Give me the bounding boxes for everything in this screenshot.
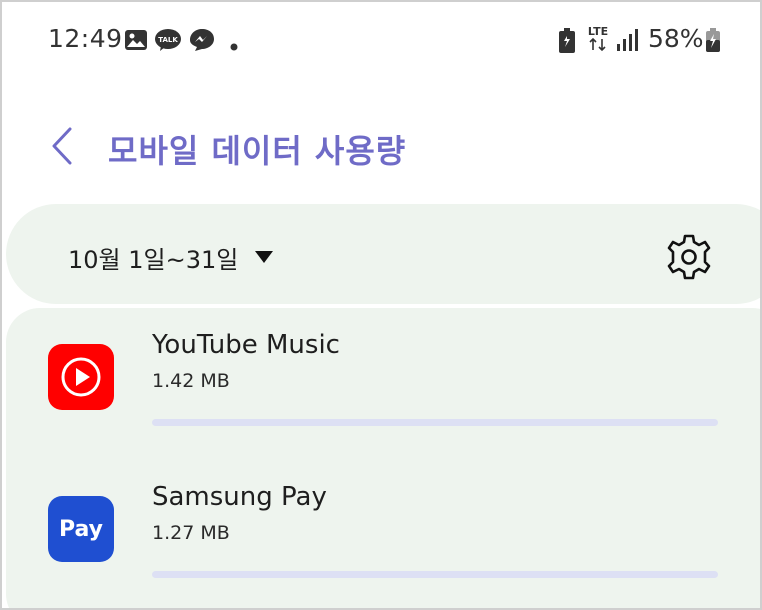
- settings-button[interactable]: [664, 232, 714, 282]
- app-data-size: 1.42 MB: [152, 370, 230, 392]
- battery-icon: [706, 28, 720, 56]
- screen: 12:49 TALK LTE 58% 모바일 데이터 사용량 10월 1일~31…: [0, 0, 762, 610]
- battery-saver-icon: [558, 28, 576, 58]
- samsung-pay-icon-text: Pay: [58, 516, 104, 542]
- date-range-selector[interactable]: 10월 1일~31일: [68, 240, 238, 275]
- header: 모바일 데이터 사용량: [2, 112, 760, 182]
- page-title: 모바일 데이터 사용량: [108, 132, 407, 170]
- signal-icon: [616, 28, 638, 56]
- list-item-samsung-pay[interactable]: Pay Samsung Pay 1.27 MB: [6, 460, 760, 608]
- gallery-icon: [124, 28, 148, 56]
- list-item-youtube-music[interactable]: YouTube Music 1.42 MB: [6, 308, 760, 458]
- samsung-pay-icon: Pay: [48, 496, 114, 562]
- svg-text:TALK: TALK: [158, 36, 178, 44]
- status-bar: 12:49 TALK LTE 58%: [2, 2, 760, 76]
- dropdown-arrow-icon[interactable]: [254, 249, 274, 263]
- status-time: 12:49: [48, 24, 123, 53]
- gear-icon: [667, 234, 711, 280]
- battery-percent: 58%: [648, 24, 704, 53]
- app-usage-list: YouTube Music 1.42 MB Pay Samsung Pay 1.…: [6, 308, 760, 608]
- chevron-left-icon: [52, 127, 72, 165]
- usage-bar: [152, 419, 718, 426]
- svg-text:LTE: LTE: [588, 25, 608, 38]
- app-name: Samsung Pay: [152, 482, 327, 512]
- dot-icon: [230, 36, 238, 55]
- messenger-icon: [187, 28, 215, 56]
- usage-bar: [152, 571, 718, 578]
- app-name: YouTube Music: [152, 330, 340, 360]
- app-data-size: 1.27 MB: [152, 522, 230, 544]
- lte-icon: LTE: [586, 24, 610, 56]
- youtube-music-icon: [48, 344, 114, 410]
- back-button[interactable]: [48, 126, 78, 166]
- date-range-card: 10월 1일~31일: [6, 204, 760, 304]
- kakaotalk-icon: TALK: [154, 28, 182, 56]
